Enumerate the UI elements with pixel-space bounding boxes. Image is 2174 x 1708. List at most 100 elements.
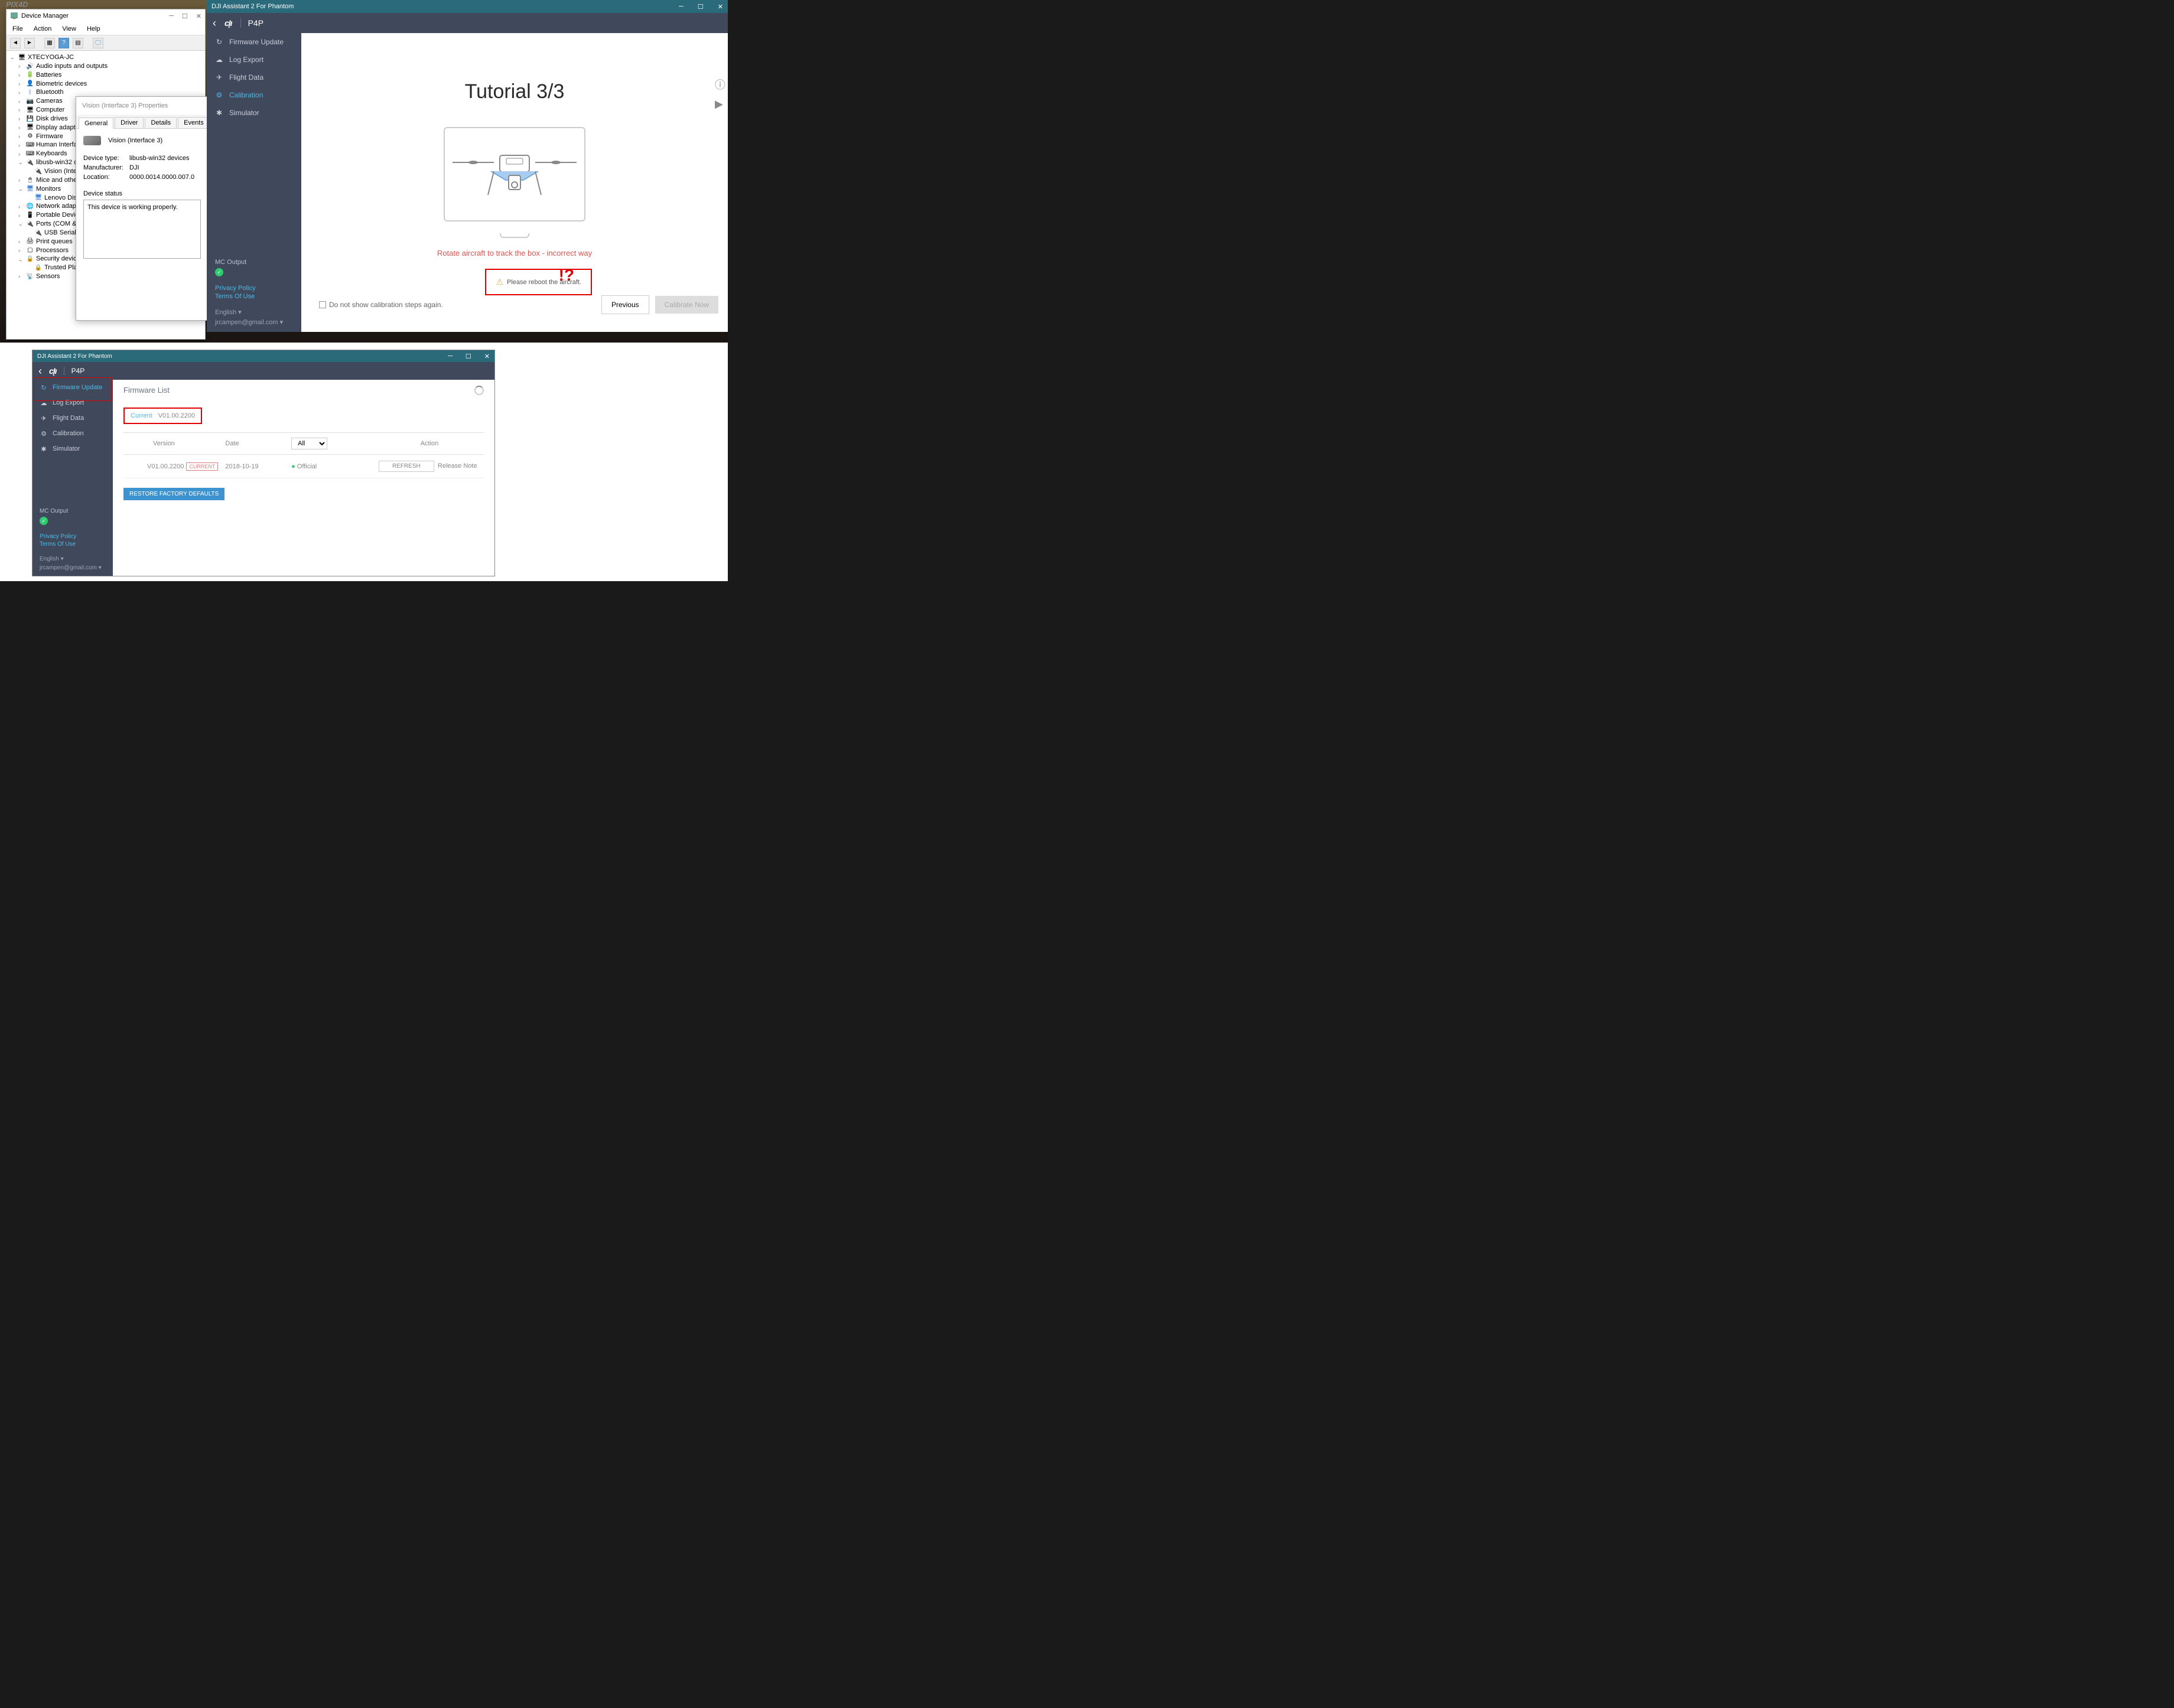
status-box: This device is working properly.	[83, 200, 201, 259]
terms-link[interactable]: Terms Of Use	[40, 541, 106, 547]
toolbar-btn-2[interactable]: ▤	[73, 38, 83, 48]
loading-icon	[474, 386, 484, 395]
user-email[interactable]: jrcampen@gmail.com ▾	[40, 565, 106, 571]
col-action: Action	[375, 433, 484, 455]
previous-button[interactable]: Previous	[601, 295, 649, 314]
device-icon: 🖥	[26, 106, 34, 114]
nav-label: Simulator	[53, 445, 80, 452]
menu-view[interactable]: View	[62, 25, 76, 32]
device-icon: 🔌	[34, 229, 43, 237]
product-label: P4P	[64, 367, 85, 375]
sidebar-item-flight-data[interactable]: ✈Flight Data	[32, 410, 113, 426]
maximize-button[interactable]: ☐	[698, 3, 704, 11]
devmgr-menubar: File Action View Help	[6, 22, 205, 35]
user-email[interactable]: jrcampen@gmail.com ▾	[215, 318, 293, 326]
forward-icon[interactable]: ►	[24, 38, 35, 48]
prop-key: Manufacturer:	[83, 164, 129, 171]
tree-item[interactable]: ›👤Biometric devices	[10, 80, 201, 89]
check-icon: ✓	[40, 517, 48, 525]
terms-link[interactable]: Terms Of Use	[215, 293, 293, 300]
device-icon: 📱	[26, 211, 34, 220]
props-title[interactable]: Vision (Interface 3) Properties	[76, 97, 208, 115]
nav-label: Firmware Update	[229, 38, 284, 46]
tree-item[interactable]: ›ᛒBluetooth	[10, 88, 201, 97]
device-icon: 🔌	[26, 159, 34, 167]
sidebar-item-calibration[interactable]: ⚙Calibration	[32, 426, 113, 441]
tab-details[interactable]: Details	[145, 117, 177, 128]
back-icon[interactable]: ‹	[213, 17, 216, 30]
devmgr-titlebar[interactable]: Device Manager ─ ☐ ✕	[6, 9, 205, 22]
dji2-main-content: Firmware List CurrentV01.00.2200 Version…	[113, 380, 494, 576]
help-icon[interactable]: ?	[58, 38, 69, 48]
minimize-button[interactable]: ─	[448, 353, 453, 360]
dji2-titlebar[interactable]: DJI Assistant 2 For Phantom ─ ☐ ✕	[32, 350, 494, 362]
release-note-link[interactable]: Release Note	[438, 462, 477, 470]
close-button[interactable]: ✕	[718, 3, 723, 11]
toolbar-btn-1[interactable]: ▦	[44, 38, 55, 48]
current-badge: CURRENT	[186, 462, 218, 471]
menu-action[interactable]: Action	[34, 25, 52, 32]
dji-titlebar[interactable]: DJI Assistant 2 For Phantom ─ ☐ ✕	[207, 0, 728, 13]
dji-main-content: ⓘ ▶ Tutorial 3/3	[301, 33, 728, 332]
prop-key: Location:	[83, 174, 129, 181]
device-icon: 🔒	[26, 255, 34, 263]
menu-file[interactable]: File	[12, 25, 23, 32]
device-icon: ⌨	[26, 141, 34, 149]
prop-value: DJI	[129, 164, 139, 171]
firmware-update-icon: ↻	[215, 38, 223, 46]
tab-events[interactable]: Events	[178, 117, 210, 128]
maximize-button[interactable]: ☐	[182, 12, 188, 20]
device-icon: 🖱	[26, 176, 34, 184]
simulator-icon: ✱	[40, 445, 48, 453]
device-icon: 📷	[26, 97, 34, 106]
monitor-icon[interactable]: 🖵	[93, 38, 103, 48]
sidebar-item-firmware-update[interactable]: ↻ Firmware Update	[207, 33, 301, 51]
privacy-link[interactable]: Privacy Policy	[40, 533, 106, 540]
device-icon	[83, 136, 101, 145]
play-icon[interactable]: ▶	[715, 98, 725, 110]
chevron-down-icon: ▾	[280, 319, 284, 326]
back-icon[interactable]: ◄	[10, 38, 21, 48]
sidebar-item-simulator[interactable]: ✱Simulator	[207, 104, 301, 122]
close-button[interactable]: ✕	[196, 12, 201, 20]
prop-value: libusb-win32 devices	[129, 155, 190, 162]
restore-defaults-button[interactable]: RESTORE FACTORY DEFAULTS	[123, 488, 224, 500]
firmware-list-title: Firmware List	[123, 386, 484, 395]
tree-root[interactable]: XTECYOGA-JC	[28, 53, 74, 62]
devmgr-title-text: Device Manager	[21, 12, 69, 19]
maximize-button[interactable]: ☐	[466, 353, 471, 360]
chevron-down-icon: ▾	[238, 309, 242, 316]
privacy-link[interactable]: Privacy Policy	[215, 285, 293, 292]
dji-sidebar: ↻ Firmware Update ☁Log Export✈Flight Data⚙…	[207, 33, 301, 332]
refresh-button[interactable]: REFRESH	[379, 461, 434, 472]
tab-general[interactable]: General	[79, 118, 113, 129]
help-icon[interactable]: ⓘ	[715, 77, 725, 92]
menu-help[interactable]: Help	[87, 25, 100, 32]
language-selector[interactable]: English ▾	[215, 308, 293, 316]
tree-item[interactable]: ›🔋Batteries	[10, 71, 201, 80]
firmware-row: V01.00.2200CURRENT 2018-10-19 ●Official …	[123, 455, 484, 478]
calibration-icon: ⚙	[40, 429, 48, 438]
tree-item[interactable]: ›🔊Audio inputs and outputs	[10, 62, 201, 71]
sidebar-item-log-export[interactable]: ☁Log Export	[207, 51, 301, 69]
calibrate-now-button[interactable]: Calibrate Now	[655, 296, 718, 314]
sidebar-item-flight-data[interactable]: ✈Flight Data	[207, 69, 301, 86]
minimize-button[interactable]: ─	[169, 12, 174, 20]
nav-label: Flight Data	[53, 415, 84, 422]
device-icon: 💾	[26, 115, 34, 123]
nav-label: Log Export	[229, 56, 263, 64]
filter-dropdown[interactable]: All	[291, 438, 327, 449]
sidebar-item-simulator[interactable]: ✱ Simulator	[32, 441, 113, 457]
dont-show-checkbox[interactable]	[319, 301, 326, 308]
minimize-button[interactable]: ─	[679, 3, 684, 11]
close-button[interactable]: ✕	[484, 353, 490, 360]
sidebar-item-calibration[interactable]: ⚙Calibration	[207, 86, 301, 104]
language-selector[interactable]: English ▾	[40, 556, 106, 562]
chevron-down-icon: ▾	[99, 565, 102, 571]
tutorial-title: Tutorial 3/3	[313, 80, 716, 103]
tab-driver[interactable]: Driver	[115, 117, 144, 128]
dji2-title-text: DJI Assistant 2 For Phantom	[37, 353, 112, 360]
device-icon: 🌐	[26, 203, 34, 211]
back-icon[interactable]: ‹	[38, 365, 42, 377]
col-date: Date	[222, 433, 288, 455]
